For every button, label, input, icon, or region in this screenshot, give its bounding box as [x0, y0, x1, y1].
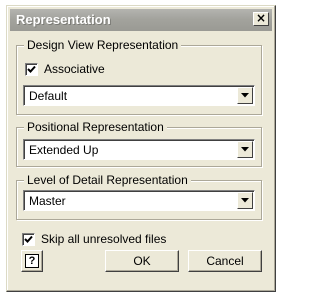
positional-select[interactable]: Extended Up [23, 139, 255, 160]
close-button[interactable]: × [253, 12, 269, 26]
ok-button[interactable]: OK [105, 250, 179, 272]
associative-row[interactable]: Associative [25, 62, 105, 76]
level-of-detail-value: Master [29, 194, 66, 208]
design-view-group: Design View Representation Associative D… [16, 38, 262, 115]
dialog-title: Representation [16, 12, 111, 27]
associative-label: Associative [44, 62, 105, 76]
positional-group: Positional Representation Extended Up [16, 120, 262, 167]
help-icon: ? [25, 254, 39, 268]
level-of-detail-group-label: Level of Detail Representation [24, 173, 191, 187]
close-icon: × [255, 11, 267, 25]
help-button[interactable]: ? [21, 250, 43, 272]
skip-unresolved-label: Skip all unresolved files [41, 232, 167, 246]
skip-unresolved-row[interactable]: Skip all unresolved files [22, 232, 166, 246]
positional-group-label: Positional Representation [24, 120, 167, 134]
associative-checkbox[interactable] [25, 62, 38, 76]
positional-value: Extended Up [29, 143, 99, 157]
level-of-detail-select[interactable]: Master [23, 190, 255, 211]
chevron-down-icon [241, 147, 249, 152]
design-view-value: Default [29, 89, 68, 103]
checkmark-icon [27, 65, 36, 73]
level-of-detail-dropdown-button[interactable] [237, 192, 253, 209]
design-view-group-label: Design View Representation [24, 38, 182, 52]
skip-unresolved-checkbox[interactable] [22, 232, 35, 246]
design-view-dropdown-button[interactable] [237, 87, 253, 104]
title-bar[interactable]: Representation × [10, 9, 272, 31]
chevron-down-icon [241, 198, 249, 203]
positional-dropdown-button[interactable] [237, 141, 253, 158]
chevron-down-icon [241, 93, 249, 98]
design-view-select[interactable]: Default [23, 85, 255, 106]
cancel-button[interactable]: Cancel [188, 250, 262, 272]
level-of-detail-group: Level of Detail Representation Master [16, 173, 262, 220]
checkmark-icon [24, 235, 33, 243]
